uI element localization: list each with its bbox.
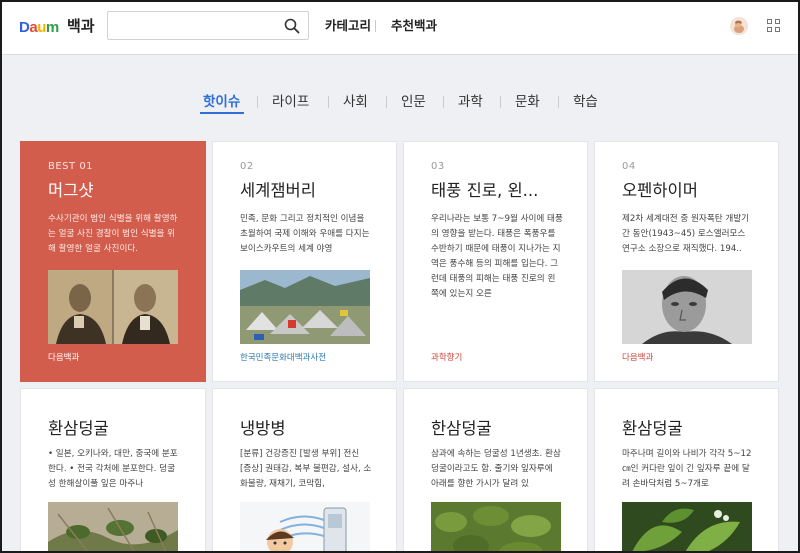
tab-life[interactable]: 라이프: [272, 92, 309, 112]
card-rank: 04: [622, 161, 636, 172]
grid-cell: [775, 19, 780, 24]
card-title[interactable]: 환삼덩굴: [48, 415, 109, 439]
search-box: [107, 11, 309, 40]
card-description: • 일본, 오키나와, 대만, 중국에 분포한다. • 전국 각처에 분포한다.…: [48, 449, 178, 489]
tab-science[interactable]: 과학: [458, 92, 483, 112]
card-05[interactable]: 환삼덩굴 • 일본, 오키나와, 대만, 중국에 분포한다. • 전국 각처에 …: [20, 388, 206, 551]
card-title[interactable]: 냉방병: [240, 415, 286, 439]
card-07[interactable]: 한삼덩굴 삼과에 속하는 덩굴성 1년생초. 환삼덩굴이라고도 함. 줄기와 잎…: [403, 388, 588, 551]
logo-letter: a: [29, 18, 38, 36]
header: Daum 백과 카테고리 추천백과: [2, 2, 798, 55]
brand-name[interactable]: 백과: [67, 16, 95, 36]
nav-divider: [375, 20, 376, 32]
grid-cell: [767, 19, 772, 24]
card-thumbnail[interactable]: [48, 270, 178, 344]
tab-hot-issue[interactable]: 핫이슈: [203, 92, 240, 112]
card-thumbnail[interactable]: [622, 270, 752, 344]
card-thumbnail[interactable]: [431, 502, 561, 551]
daum-logo[interactable]: Daum: [19, 16, 59, 38]
tab-society[interactable]: 사회: [343, 92, 368, 112]
tab-learning[interactable]: 학습: [573, 92, 598, 112]
logo-letter: u: [37, 18, 46, 36]
card-thumbnail[interactable]: [622, 502, 752, 551]
browser-frame: Daum 백과 카테고리 추천백과 핫이슈 라이프 사회 인문 과학 문화 학습…: [0, 0, 800, 553]
card-description: 마주나며 길이와 나비가 각각 5~12㎝인 커다란 잎이 긴 잎자루 끝에 달…: [622, 449, 752, 489]
tab-humanities[interactable]: 인문: [401, 92, 426, 112]
card-source[interactable]: 다음백과: [48, 351, 79, 363]
vine-plant-photo: [48, 502, 178, 551]
avatar[interactable]: [730, 17, 748, 35]
card-06[interactable]: 냉방병 [분류] 건강증진 [발생 부위] 전신 [증상] 권태감, 복부 불편…: [212, 388, 397, 551]
card-best-01[interactable]: BEST 01 머그샷 수사기관이 범인 식별을 위해 촬영하는 얼굴 사진 경…: [20, 141, 206, 382]
nav-recommended[interactable]: 추천백과: [391, 18, 437, 34]
leaf-closeup-photo: [622, 502, 752, 551]
search-input[interactable]: [114, 16, 279, 35]
nav-category[interactable]: 카테고리: [325, 18, 371, 34]
card-description: [분류] 건강증진 [발생 부위] 전신 [증상] 권태감, 복부 불편감, 설…: [240, 449, 372, 489]
logo-letter: m: [45, 18, 59, 36]
card-source[interactable]: 다음백과: [622, 351, 653, 363]
vine-field-photo: [431, 502, 561, 551]
card-title[interactable]: 환삼덩굴: [622, 415, 683, 439]
mugshot-photo: [48, 270, 178, 344]
category-tabs: 핫이슈 라이프 사회 인문 과학 문화 학습: [2, 92, 798, 116]
card-description: 민족, 문화 그리고 정치적인 이념을 초월하여 국제 이해와 우애를 다지는 …: [240, 214, 370, 254]
tab-divider: [500, 96, 501, 108]
card-source[interactable]: 과학향기: [431, 351, 462, 363]
avatar-image: [730, 17, 748, 35]
grid-cell: [767, 27, 772, 32]
card-02[interactable]: 02 세계잼버리 민족, 문화 그리고 정치적인 이념을 초월하여 국제 이해와…: [212, 141, 397, 382]
card-04[interactable]: 04 오펜하이머 제2차 세계대전 중 원자폭탄 개발기간 동안(1943~45…: [594, 141, 779, 382]
card-title[interactable]: 한삼덩굴: [431, 415, 492, 439]
jamboree-camp-photo: [240, 270, 370, 344]
card-thumbnail[interactable]: [48, 502, 178, 551]
card-title[interactable]: 태풍 진로, 왼...: [431, 177, 538, 201]
card-title[interactable]: 세계잼버리: [240, 177, 316, 201]
card-rank: 03: [431, 161, 445, 172]
card-rank: 02: [240, 161, 254, 172]
grid-cell: [775, 27, 780, 32]
tab-divider: [558, 96, 559, 108]
card-rank: BEST 01: [48, 161, 94, 172]
card-thumbnail[interactable]: [240, 502, 370, 551]
card-03[interactable]: 03 태풍 진로, 왼... 우리나라는 보통 7~9월 사이에 태풍의 영향을…: [403, 141, 588, 382]
card-08[interactable]: 환삼덩굴 마주나며 길이와 나비가 각각 5~12㎝인 커다란 잎이 긴 잎자루…: [594, 388, 779, 551]
tab-divider: [386, 96, 387, 108]
tab-divider: [443, 96, 444, 108]
oppenheimer-portrait: [622, 270, 752, 344]
app-grid-icon[interactable]: [767, 19, 781, 33]
card-title[interactable]: 머그샷: [48, 177, 94, 201]
card-description: 우리나라는 보통 7~9월 사이에 태풍의 영향을 받는다. 태풍은 폭풍우를 …: [431, 214, 563, 299]
card-title[interactable]: 오펜하이머: [622, 177, 698, 201]
card-description: 수사기관이 범인 식별을 위해 촬영하는 얼굴 사진 경찰이 범인 식별을 위해…: [48, 214, 178, 254]
tab-divider: [328, 96, 329, 108]
tab-culture[interactable]: 문화: [515, 92, 540, 112]
card-description: 삼과에 속하는 덩굴성 1년생초. 환삼덩굴이라고도 함. 줄기와 잎자루에 아…: [431, 449, 561, 489]
card-thumbnail[interactable]: [240, 270, 370, 344]
search-icon[interactable]: [284, 18, 300, 34]
logo-letter: D: [19, 18, 30, 36]
active-tab-indicator: [200, 112, 244, 114]
card-source[interactable]: 한국민족문화대백과사전: [240, 351, 326, 363]
card-description: 제2차 세계대전 중 원자폭탄 개발기간 동안(1943~45) 로스앨러모스 …: [622, 214, 750, 254]
tab-divider: [257, 96, 258, 108]
air-conditioner-illustration: [240, 502, 370, 551]
